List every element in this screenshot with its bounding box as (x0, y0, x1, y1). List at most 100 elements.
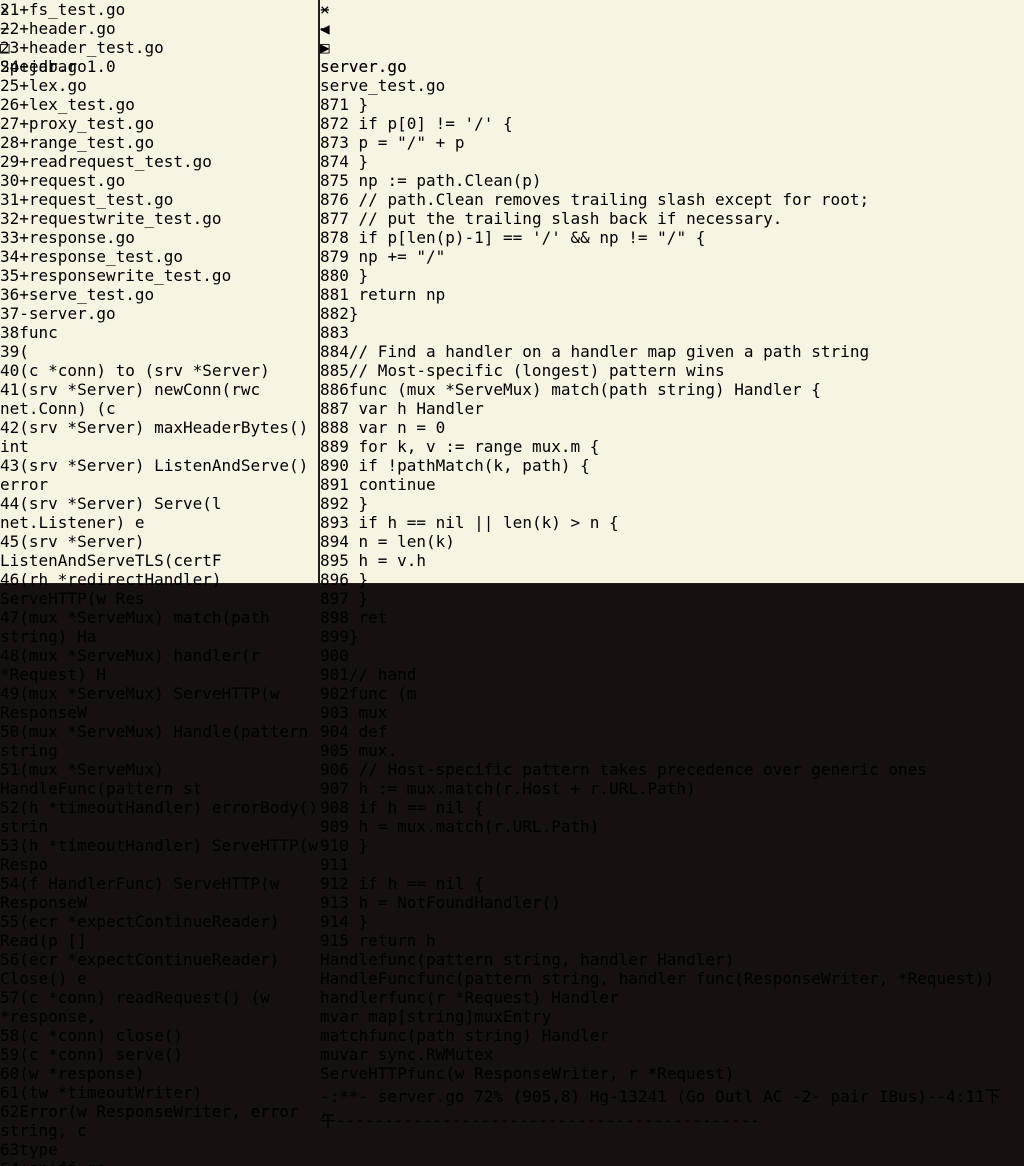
expand-toggle-icon[interactable]: + (19, 1159, 29, 1166)
speedbar-row[interactable]: 55(ecr *expectContinueReader) Read(p [] (0, 912, 318, 950)
code-text[interactable]: // Find a handler on a handler map given… (349, 342, 869, 361)
tag-name[interactable]: (tw *timeoutWriter) (19, 1083, 202, 1102)
code-text[interactable]: h = v.h (349, 551, 426, 570)
code-text[interactable]: // Host-specific pattern takes precedenc… (349, 760, 927, 779)
code-text[interactable]: if h == nil { (349, 798, 484, 817)
code-text[interactable]: func (mux *ServeMux) match(path string) … (349, 380, 821, 399)
code-text[interactable]: } (349, 95, 368, 114)
speedbar-row[interactable]: 27+proxy_test.go (0, 114, 318, 133)
tag-name[interactable]: (c *conn) readRequest() (w *response, (0, 988, 270, 1026)
speedbar-row[interactable]: 50(mux *ServeMux) Handle(pattern string (0, 722, 318, 760)
expand-toggle-icon[interactable]: + (19, 95, 29, 114)
minimize-button-icon[interactable]: − (320, 19, 1024, 38)
tag-name[interactable]: (mux *ServeMux) handler(r *Request) H (0, 646, 260, 684)
code-text[interactable]: ret (349, 608, 388, 627)
completion-item[interactable]: mvar map[string]muxEntry (320, 1007, 1024, 1026)
code-text[interactable]: np := path.Clean(p) (349, 171, 542, 190)
file-name[interactable]: proxy_test.go (29, 114, 154, 133)
tag-name[interactable]: (mux *ServeMux) HandleFunc(pattern st (0, 760, 202, 798)
speedbar-row[interactable]: 39( (0, 342, 318, 361)
tag-name[interactable]: (srv *Server) ListenAndServeTLS(certF (0, 532, 222, 570)
file-name[interactable]: request_test.go (29, 190, 174, 209)
speedbar-row[interactable]: 57(c *conn) readRequest() (w *response, (0, 988, 318, 1026)
file-name[interactable]: sniff.go (29, 1159, 106, 1166)
completion-item[interactable]: Handlefunc(pattern string, handler Handl… (320, 950, 1024, 969)
code-text[interactable]: p = "/" + p (349, 133, 465, 152)
speedbar-row[interactable]: 52(h *timeoutHandler) errorBody() strin (0, 798, 318, 836)
tag-name[interactable]: (c *conn) to (srv *Server) (19, 361, 269, 380)
speedbar-row[interactable]: 26+lex_test.go (0, 95, 318, 114)
file-name[interactable]: response.go (29, 228, 135, 247)
speedbar-row[interactable]: 47(mux *ServeMux) match(path string) Ha (0, 608, 318, 646)
code-text[interactable]: // Most-specific (longest) pattern wins (349, 361, 725, 380)
expand-toggle-icon[interactable]: + (19, 171, 29, 190)
file-name[interactable]: requestwrite_test.go (29, 209, 222, 228)
close-button-icon[interactable]: × (0, 0, 318, 19)
tag-group-name[interactable]: func (19, 323, 58, 342)
expand-toggle-icon[interactable]: + (19, 247, 29, 266)
speedbar-row[interactable]: 63type (0, 1140, 318, 1159)
speedbar-row[interactable]: 28+range_test.go (0, 133, 318, 152)
code-text[interactable]: mux (349, 703, 388, 722)
file-name[interactable]: serve_test.go (29, 285, 154, 304)
code-text[interactable]: n = len(k) (349, 532, 455, 551)
tag-name[interactable]: (c *conn) close() (19, 1026, 183, 1045)
code-text[interactable]: } (349, 836, 368, 855)
file-name[interactable]: responsewrite_test.go (29, 266, 231, 285)
code-text[interactable]: } (349, 494, 368, 513)
code-text[interactable]: if h == nil || len(k) > n { (349, 513, 619, 532)
completion-item[interactable]: ServeHTTPfunc(w ResponseWriter, r *Reque… (320, 1064, 1024, 1083)
tag-name[interactable]: (mux *ServeMux) ServeHTTP(w ResponseW (0, 684, 279, 722)
expand-toggle-icon[interactable]: + (19, 76, 29, 95)
speedbar-row[interactable]: 36+serve_test.go (0, 285, 318, 304)
speedbar-row[interactable]: 44(srv *Server) Serve(l net.Listener) e (0, 494, 318, 532)
file-name[interactable]: readrequest_test.go (29, 152, 212, 171)
speedbar-row[interactable]: 40(c *conn) to (srv *Server) (0, 361, 318, 380)
tag-name[interactable]: (ecr *expectContinueReader) Close() e (0, 950, 279, 988)
expand-toggle-icon[interactable]: + (19, 266, 29, 285)
speedbar-row[interactable]: 62Error(w ResponseWriter, error string, … (0, 1102, 318, 1140)
speedbar-row[interactable]: 31+request_test.go (0, 190, 318, 209)
speedbar-row[interactable]: 60(w *response) (0, 1064, 318, 1083)
speedbar-row[interactable]: 61(tw *timeoutWriter) (0, 1083, 318, 1102)
speedbar-row[interactable]: 58(c *conn) close() (0, 1026, 318, 1045)
completion-item[interactable]: muvar sync.RWMutex (320, 1045, 1024, 1064)
tag-name[interactable]: Error(w ResponseWriter, error string, c (0, 1102, 299, 1140)
tag-group-name[interactable]: type (19, 1140, 58, 1159)
speedbar-row[interactable]: 33+response.go (0, 228, 318, 247)
speedbar-row[interactable]: 56(ecr *expectContinueReader) Close() e (0, 950, 318, 988)
tag-name[interactable]: (c *conn) serve() (19, 1045, 183, 1064)
code-text[interactable]: return h (349, 931, 436, 950)
code-text[interactable]: for k, v := range mux.m { (349, 437, 599, 456)
speedbar-row[interactable]: 42(srv *Server) maxHeaderBytes() int (0, 418, 318, 456)
maximize-button-icon[interactable]: □ (0, 38, 318, 57)
speedbar-row[interactable]: 64+sniff.go (0, 1159, 318, 1166)
code-text[interactable]: if h == nil { (349, 874, 484, 893)
speedbar-row[interactable]: 43(srv *Server) ListenAndServe() error (0, 456, 318, 494)
speedbar-row[interactable]: 45(srv *Server) ListenAndServeTLS(certF (0, 532, 318, 570)
tag-name[interactable]: (rh *redirectHandler) ServeHTTP(w Res (0, 570, 222, 608)
file-name[interactable]: range_test.go (29, 133, 154, 152)
speedbar-row[interactable]: 49(mux *ServeMux) ServeHTTP(w ResponseW (0, 684, 318, 722)
file-name[interactable]: lex.go (29, 76, 87, 95)
code-text[interactable]: np += "/" (349, 247, 445, 266)
expand-toggle-icon[interactable]: + (19, 152, 29, 171)
code-text[interactable]: // hand (349, 665, 416, 684)
tag-name[interactable]: (h *timeoutHandler) errorBody() strin (0, 798, 318, 836)
code-text[interactable]: h = NotFoundHandler() (349, 893, 561, 912)
code-text[interactable]: if !pathMatch(k, path) { (349, 456, 590, 475)
expand-toggle-icon[interactable]: + (19, 133, 29, 152)
tag-name[interactable]: (srv *Server) newConn(rwc net.Conn) (c (0, 380, 260, 418)
code-text[interactable]: } (349, 304, 359, 323)
code-text[interactable]: func (m (349, 684, 416, 703)
code-text[interactable]: var n = 0 (349, 418, 445, 437)
speedbar-row[interactable]: 54(f HandlerFunc) ServeHTTP(w ResponseW (0, 874, 318, 912)
tag-group-name[interactable]: ( (19, 342, 29, 361)
expand-toggle-icon[interactable]: - (19, 304, 29, 323)
expand-toggle-icon[interactable]: + (19, 209, 29, 228)
code-text[interactable]: if p[len(p)-1] == '/' && np != "/" { (349, 228, 705, 247)
speedbar-row[interactable]: 34+response_test.go (0, 247, 318, 266)
speedbar-row[interactable]: 38func (0, 323, 318, 342)
code-text[interactable]: def (349, 722, 388, 741)
tag-name[interactable]: (f HandlerFunc) ServeHTTP(w ResponseW (0, 874, 279, 912)
